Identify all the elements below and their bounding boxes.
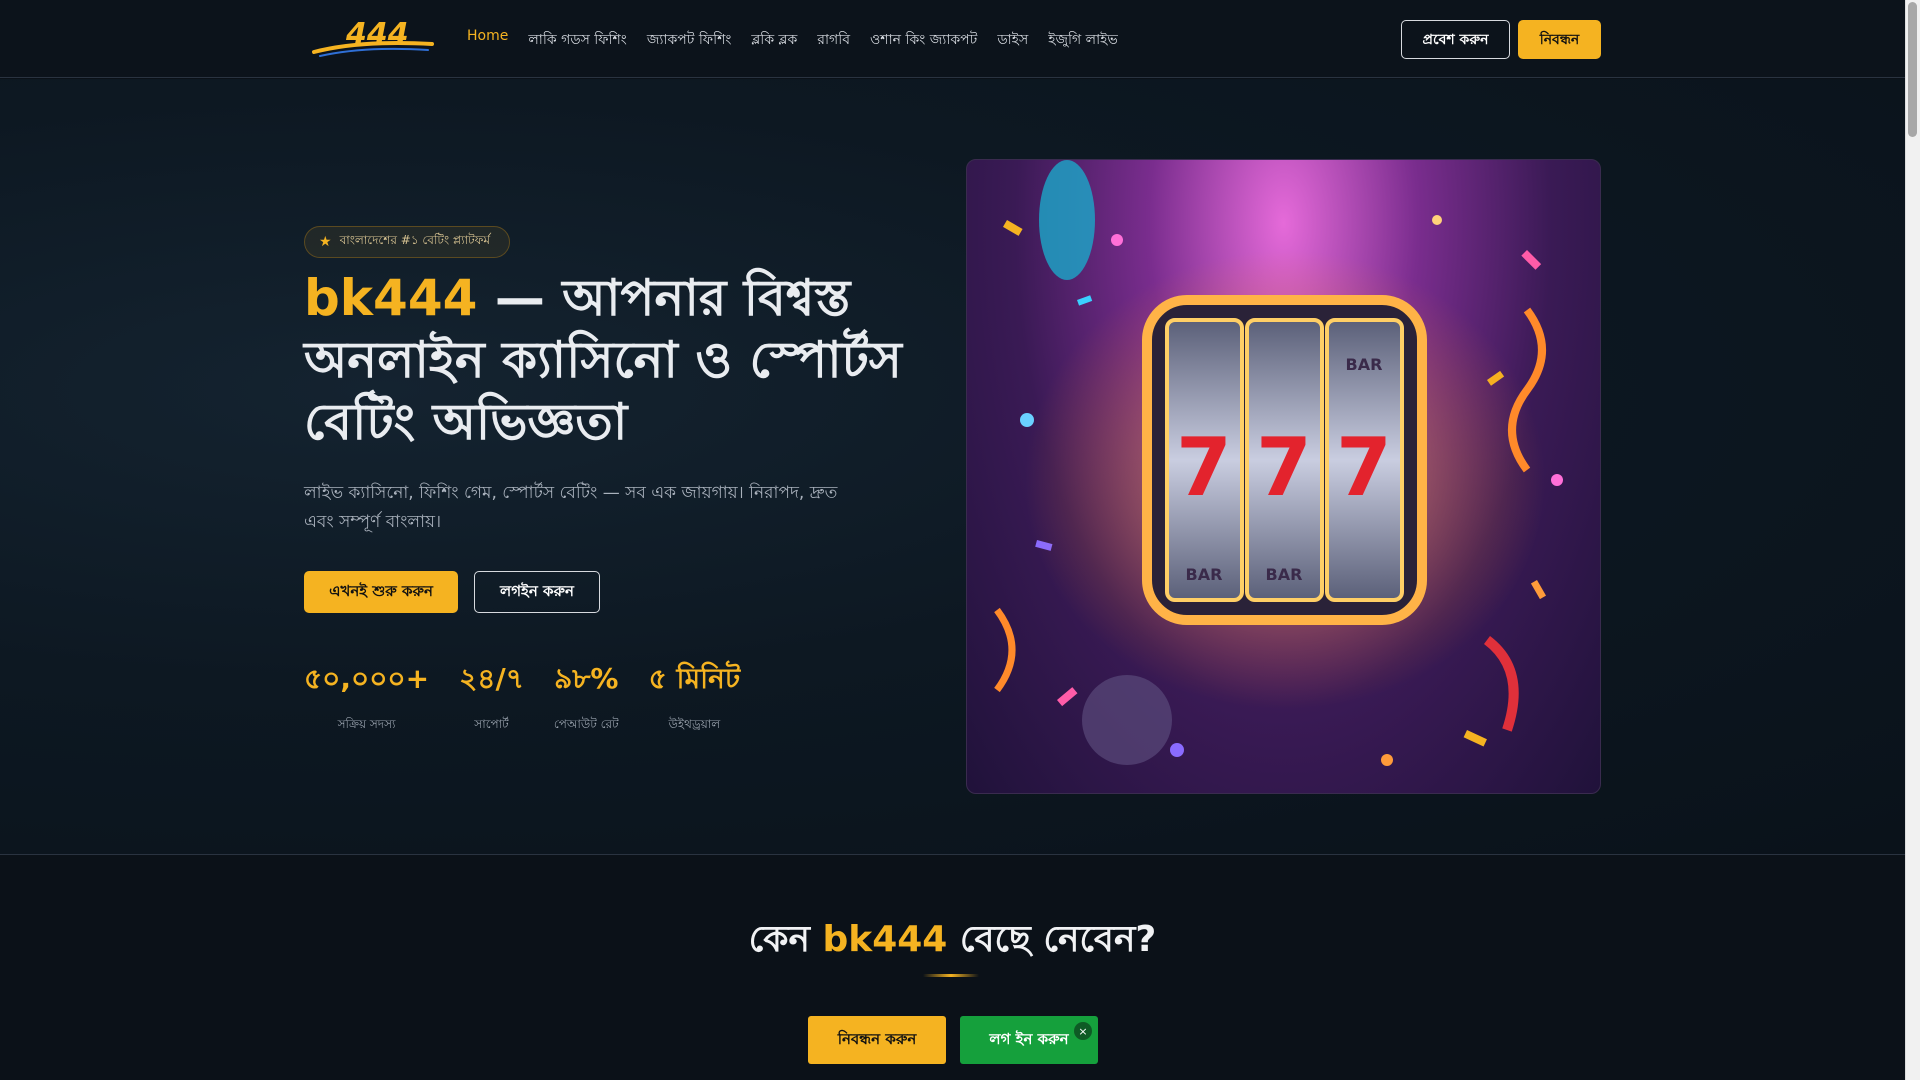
site-logo[interactable]: 444 <box>310 14 440 60</box>
stat-value: ২৪/৭ <box>459 662 524 695</box>
sticky-register-button[interactable]: নিবন্ধন করুন <box>808 1016 946 1064</box>
nav-item-jackpot-fishing[interactable]: জ্যাকপট ফিশিং <box>647 28 732 52</box>
page-scrollbar[interactable] <box>1905 0 1920 1080</box>
stat-label: উইথড্রয়াল <box>668 717 721 731</box>
stat-value: ৫ মিনিট <box>648 662 741 695</box>
hero-title-brand: bk444 <box>304 269 478 327</box>
star-icon: ★ <box>319 234 332 250</box>
slot-machine-illustration: 7 7 7 BAR BAR BAR <box>994 160 1563 766</box>
stats-row: ৫০,০০০+ সক্রিয় সদস্য ২৪/৭ সাপোর্ট ৯৮% প… <box>304 657 740 736</box>
nav-item-blocky-block[interactable]: ব্লকি ব্লক <box>751 28 797 52</box>
platform-badge: ★ বাংলাদেশের #১ বেটিং প্ল্যাটফর্ম <box>304 226 510 258</box>
nav-item-dice[interactable]: ডাইস <box>997 28 1028 52</box>
scrollbar-thumb[interactable] <box>1908 2 1917 137</box>
section-divider <box>923 974 979 977</box>
reel-symbol: 7 <box>1176 421 1232 514</box>
why-title-brand: bk444 <box>822 919 948 960</box>
hero-login-button[interactable]: লগইন করুন <box>474 571 600 613</box>
stat-withdrawal: ৫ মিনিট উইথড্রয়াল <box>649 657 740 736</box>
logo-text: 444 <box>345 17 409 52</box>
why-section-title: কেন bk444 বেছে নেবেন? <box>0 912 1905 972</box>
why-title-suffix: বেছে নেবেন? <box>947 919 1157 960</box>
nav-item-ezugi-live[interactable]: ইজুগি লাইভ <box>1048 28 1118 52</box>
badge-text: বাংলাদেশের #১ বেটিং প্ল্যাটফর্ম <box>339 233 491 247</box>
stat-value: ৯৮% <box>554 662 619 695</box>
hero-subtitle: লাইভ ক্যাসিনো, ফিশিং গেম, স্পোর্টস বেটিং… <box>304 483 838 532</box>
stat-members: ৫০,০০০+ সক্রিয় সদস্য <box>304 657 429 736</box>
chip-icon <box>1082 675 1172 765</box>
reel-symbol: BAR <box>1266 565 1303 584</box>
stat-payout: ৯৮% পেআউট রেট <box>554 657 619 736</box>
start-now-button[interactable]: এখনই শুরু করুন <box>304 571 458 613</box>
stat-support: ২৪/৭ সাপোর্ট <box>459 657 524 736</box>
nav-item-rugby[interactable]: রাগবি <box>817 28 850 52</box>
header-register-button[interactable]: নিবন্ধন <box>1518 20 1601 59</box>
stat-value: ৫০,০০০+ <box>304 662 430 695</box>
hero-title: bk444 — আপনার বিশ্বস্ত অনলাইন ক্যাসিনো ও… <box>304 267 904 453</box>
stat-label: সক্রিয় সদস্য <box>337 717 396 731</box>
reel-symbol: BAR <box>1346 355 1383 374</box>
nav-item-lucky-gods-fishing[interactable]: লাকি গডস ফিশিং <box>528 28 626 52</box>
hero-section: ★ বাংলাদেশের #১ বেটিং প্ল্যাটফর্ম bk444 … <box>0 79 1905 855</box>
slot-machine-image: 7 7 7 BAR BAR BAR <box>966 159 1601 794</box>
nav-item-ocean-king-jackpot[interactable]: ওশান কিং জ্যাকপট <box>870 28 977 52</box>
stat-label: সাপোর্ট <box>474 717 509 731</box>
nav-item-home[interactable]: Home <box>467 28 508 52</box>
main-nav: Home লাকি গডস ফিশিং জ্যাকপট ফিশিং ব্লকি … <box>467 28 1118 52</box>
chip-icon <box>1039 160 1095 280</box>
reel-symbol: 7 <box>1256 421 1312 514</box>
stat-label: পেআউট রেট <box>553 717 619 731</box>
close-icon[interactable]: × <box>1074 1022 1092 1040</box>
why-title-prefix: কেন <box>748 919 823 960</box>
reel-symbol: BAR <box>1186 565 1223 584</box>
reel-symbol: 7 <box>1336 421 1392 514</box>
header-login-button[interactable]: প্রবেশ করুন <box>1401 20 1510 59</box>
site-header: 444 Home লাকি গডস ফিশিং জ্যাকপট ফিশিং ব্… <box>0 0 1905 78</box>
